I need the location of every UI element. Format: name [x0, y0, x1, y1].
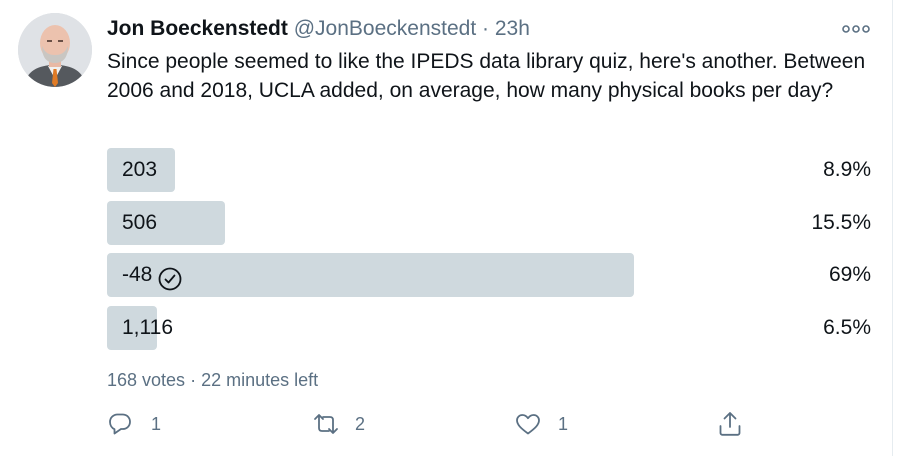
avatar[interactable] [18, 13, 92, 87]
header-separator: · [482, 17, 490, 40]
poll-bar [107, 253, 634, 297]
tweet-header: Jon Boeckenstedt @JonBoeckenstedt · 23h [107, 15, 530, 43]
like-icon[interactable] [514, 411, 542, 437]
choice-text: 506 [122, 210, 158, 234]
tweet-time[interactable]: 23h [495, 17, 530, 40]
poll-choice-percent: 69% [828, 263, 871, 286]
author-handle[interactable]: @JonBoeckenstedt [294, 17, 476, 40]
time-left: 22 minutes left [201, 370, 319, 390]
vote-count: 168 votes [107, 370, 186, 390]
like-button[interactable]: 1 [514, 408, 568, 440]
like-count: 1 [558, 413, 569, 434]
poll-choice-label: -48 [122, 253, 182, 297]
choice-text: 203 [122, 158, 158, 181]
reply-button[interactable]: 1 [107, 408, 161, 440]
poll-choice: 506 15.5% [107, 200, 871, 245]
retweet-count: 2 [355, 413, 366, 434]
retweet-icon[interactable] [311, 411, 341, 437]
retweet-button[interactable]: 2 [311, 408, 365, 440]
poll-choice-label: 1,116 [122, 306, 173, 350]
tweet: Jon Boeckenstedt @JonBoeckenstedt · 23h … [0, 0, 893, 456]
reply-count: 1 [151, 413, 162, 434]
poll-meta: 168 votes · 22 minutes left [107, 367, 318, 393]
share-button[interactable] [717, 408, 743, 440]
poll: 203 8.9% 506 15.5% -48 69% 1,116 6.5% [107, 148, 871, 358]
action-bar: 1 2 1 [107, 408, 747, 440]
poll-choice: -48 69% [107, 253, 871, 297]
meta-separator: · [190, 370, 197, 390]
author-name[interactable]: Jon Boeckenstedt [107, 17, 288, 40]
reply-icon[interactable] [107, 411, 133, 437]
tweet-text: Since people seemed to like the IPEDS da… [107, 50, 866, 102]
more-icon[interactable] [840, 18, 872, 40]
share-icon[interactable] [717, 410, 743, 438]
poll-choice-percent: 8.9% [823, 158, 871, 181]
poll-choice-percent: 15.5% [811, 210, 871, 234]
poll-choice-percent: 6.5% [823, 315, 871, 339]
choice-text: 1,116 [122, 315, 173, 339]
poll-choice: 1,116 6.5% [107, 305, 871, 350]
poll-choice: 203 8.9% [107, 148, 871, 192]
poll-choice-label: 203 [122, 148, 157, 192]
choice-text: -48 [122, 263, 153, 286]
poll-choice-label: 506 [122, 201, 157, 245]
check-circle-icon [158, 263, 182, 291]
